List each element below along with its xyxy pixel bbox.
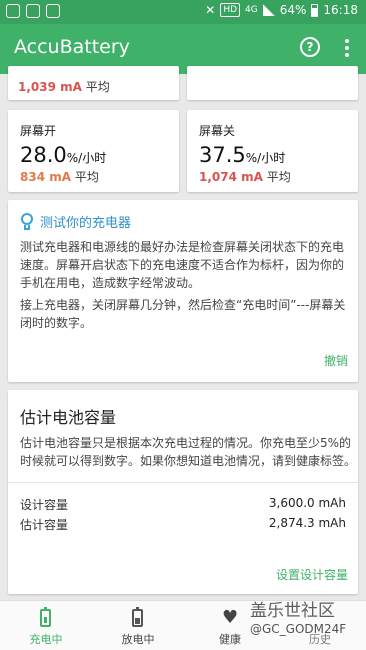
status-bar: ✕ HD 4G 64% 16:18 bbox=[0, 0, 366, 24]
network-type: 4G bbox=[245, 5, 258, 15]
estimated-capacity-label: 估计容量 bbox=[20, 518, 69, 532]
screen-on-rate: 28.0%/小时 bbox=[20, 143, 106, 167]
capacity-title: 估计电池容量 bbox=[20, 408, 117, 427]
more-options-icon[interactable] bbox=[340, 37, 354, 59]
screen-off-label: 屏幕关 bbox=[199, 124, 236, 138]
screen-off-avg: 1,074 mA 平均 bbox=[199, 168, 291, 185]
signal-icon bbox=[262, 4, 275, 16]
screen-on-avg-label: 平均 bbox=[74, 170, 99, 184]
screen-on-avg: 834 mA 平均 bbox=[20, 168, 99, 185]
design-capacity-label: 设计容量 bbox=[20, 498, 69, 512]
battery-icon bbox=[311, 3, 319, 17]
screen-off-rate-value: 37.5 bbox=[199, 143, 246, 167]
design-capacity-value: 3,600.0 mAh bbox=[268, 496, 346, 510]
hd-badge: HD bbox=[220, 3, 241, 17]
screen-on-avg-value: 834 mA bbox=[20, 170, 72, 184]
tip-paragraph-2: 接上充电器，关闭屏幕几分钟，然后检查“充电时间”---屏幕关闭时的数字。 bbox=[20, 298, 346, 330]
notification-icon bbox=[26, 4, 40, 18]
divider bbox=[8, 482, 358, 483]
lightbulb-icon bbox=[20, 212, 34, 231]
app-icon bbox=[46, 4, 60, 18]
screen-off-avg-label: 平均 bbox=[266, 170, 291, 184]
capacity-description: 估计电池容量只是根据本次充电过程的情况。你充电至少5%的时候就可以得到数字。如果… bbox=[20, 436, 357, 468]
charging-battery-icon bbox=[40, 607, 51, 627]
clock: 16:18 bbox=[323, 3, 358, 17]
watermark-text: 盖乐世社区 bbox=[250, 601, 335, 621]
tab-charging[interactable]: 充电中 bbox=[0, 601, 92, 650]
gallery-icon bbox=[6, 4, 20, 18]
avg-current: 1,039 mA 平均 bbox=[18, 78, 110, 95]
help-icon[interactable]: ? bbox=[300, 37, 320, 57]
avg-current-value: 1,039 mA bbox=[18, 80, 82, 94]
set-design-capacity-button[interactable]: 设置设计容量 bbox=[276, 566, 348, 583]
battery-percent: 64% bbox=[279, 3, 307, 17]
mute-icon: ✕ bbox=[205, 3, 216, 17]
tab-discharging[interactable]: 放电中 bbox=[92, 601, 184, 650]
tip-paragraph-1: 测试充电器和电源线的最好办法是检查屏幕关闭状态下的充电速度。屏幕开启状态下的充电… bbox=[20, 240, 345, 290]
estimated-capacity-value: 2,874.3 mAh bbox=[268, 516, 346, 530]
battery-capacity-card: 估计电池容量 估计电池容量只是根据本次充电过程的情况。你充电至少5%的时候就可以… bbox=[8, 390, 358, 594]
screen-off-rate-unit: %/小时 bbox=[245, 151, 286, 165]
screen-off-avg-value: 1,074 mA bbox=[199, 170, 263, 184]
avg-current-label: 平均 bbox=[85, 80, 110, 94]
screen-off-rate: 37.5%/小时 bbox=[199, 143, 285, 167]
screen-on-rate-value: 28.0 bbox=[20, 143, 67, 167]
tip-title: 测试你的充电器 bbox=[40, 216, 132, 231]
screen-on-card: 屏幕开 28.0%/小时 834 mA 平均 bbox=[8, 110, 179, 192]
top-right-card-partial bbox=[187, 66, 358, 100]
dismiss-button[interactable]: 撤销 bbox=[324, 352, 348, 369]
charger-tip-card: 测试你的充电器 测试充电器和电源线的最好办法是检查屏幕关闭状态下的充电速度。屏幕… bbox=[8, 200, 358, 382]
tip-header: 测试你的充电器 bbox=[20, 212, 131, 231]
discharging-battery-icon bbox=[132, 607, 143, 627]
tab-discharging-label: 放电中 bbox=[121, 633, 155, 646]
tab-charging-label: 充电中 bbox=[29, 633, 63, 646]
screen-on-label: 屏幕开 bbox=[20, 124, 57, 138]
heart-icon: ♥ bbox=[222, 607, 239, 628]
app-title: AccuBattery bbox=[14, 36, 130, 58]
screen-off-card: 屏幕关 37.5%/小时 1,074 mA 平均 bbox=[187, 110, 358, 192]
watermark-handle: @GC_GODM24F bbox=[250, 622, 347, 636]
top-left-card-partial: 1,039 mA 平均 bbox=[8, 66, 179, 100]
screen-on-rate-unit: %/小时 bbox=[66, 151, 107, 165]
